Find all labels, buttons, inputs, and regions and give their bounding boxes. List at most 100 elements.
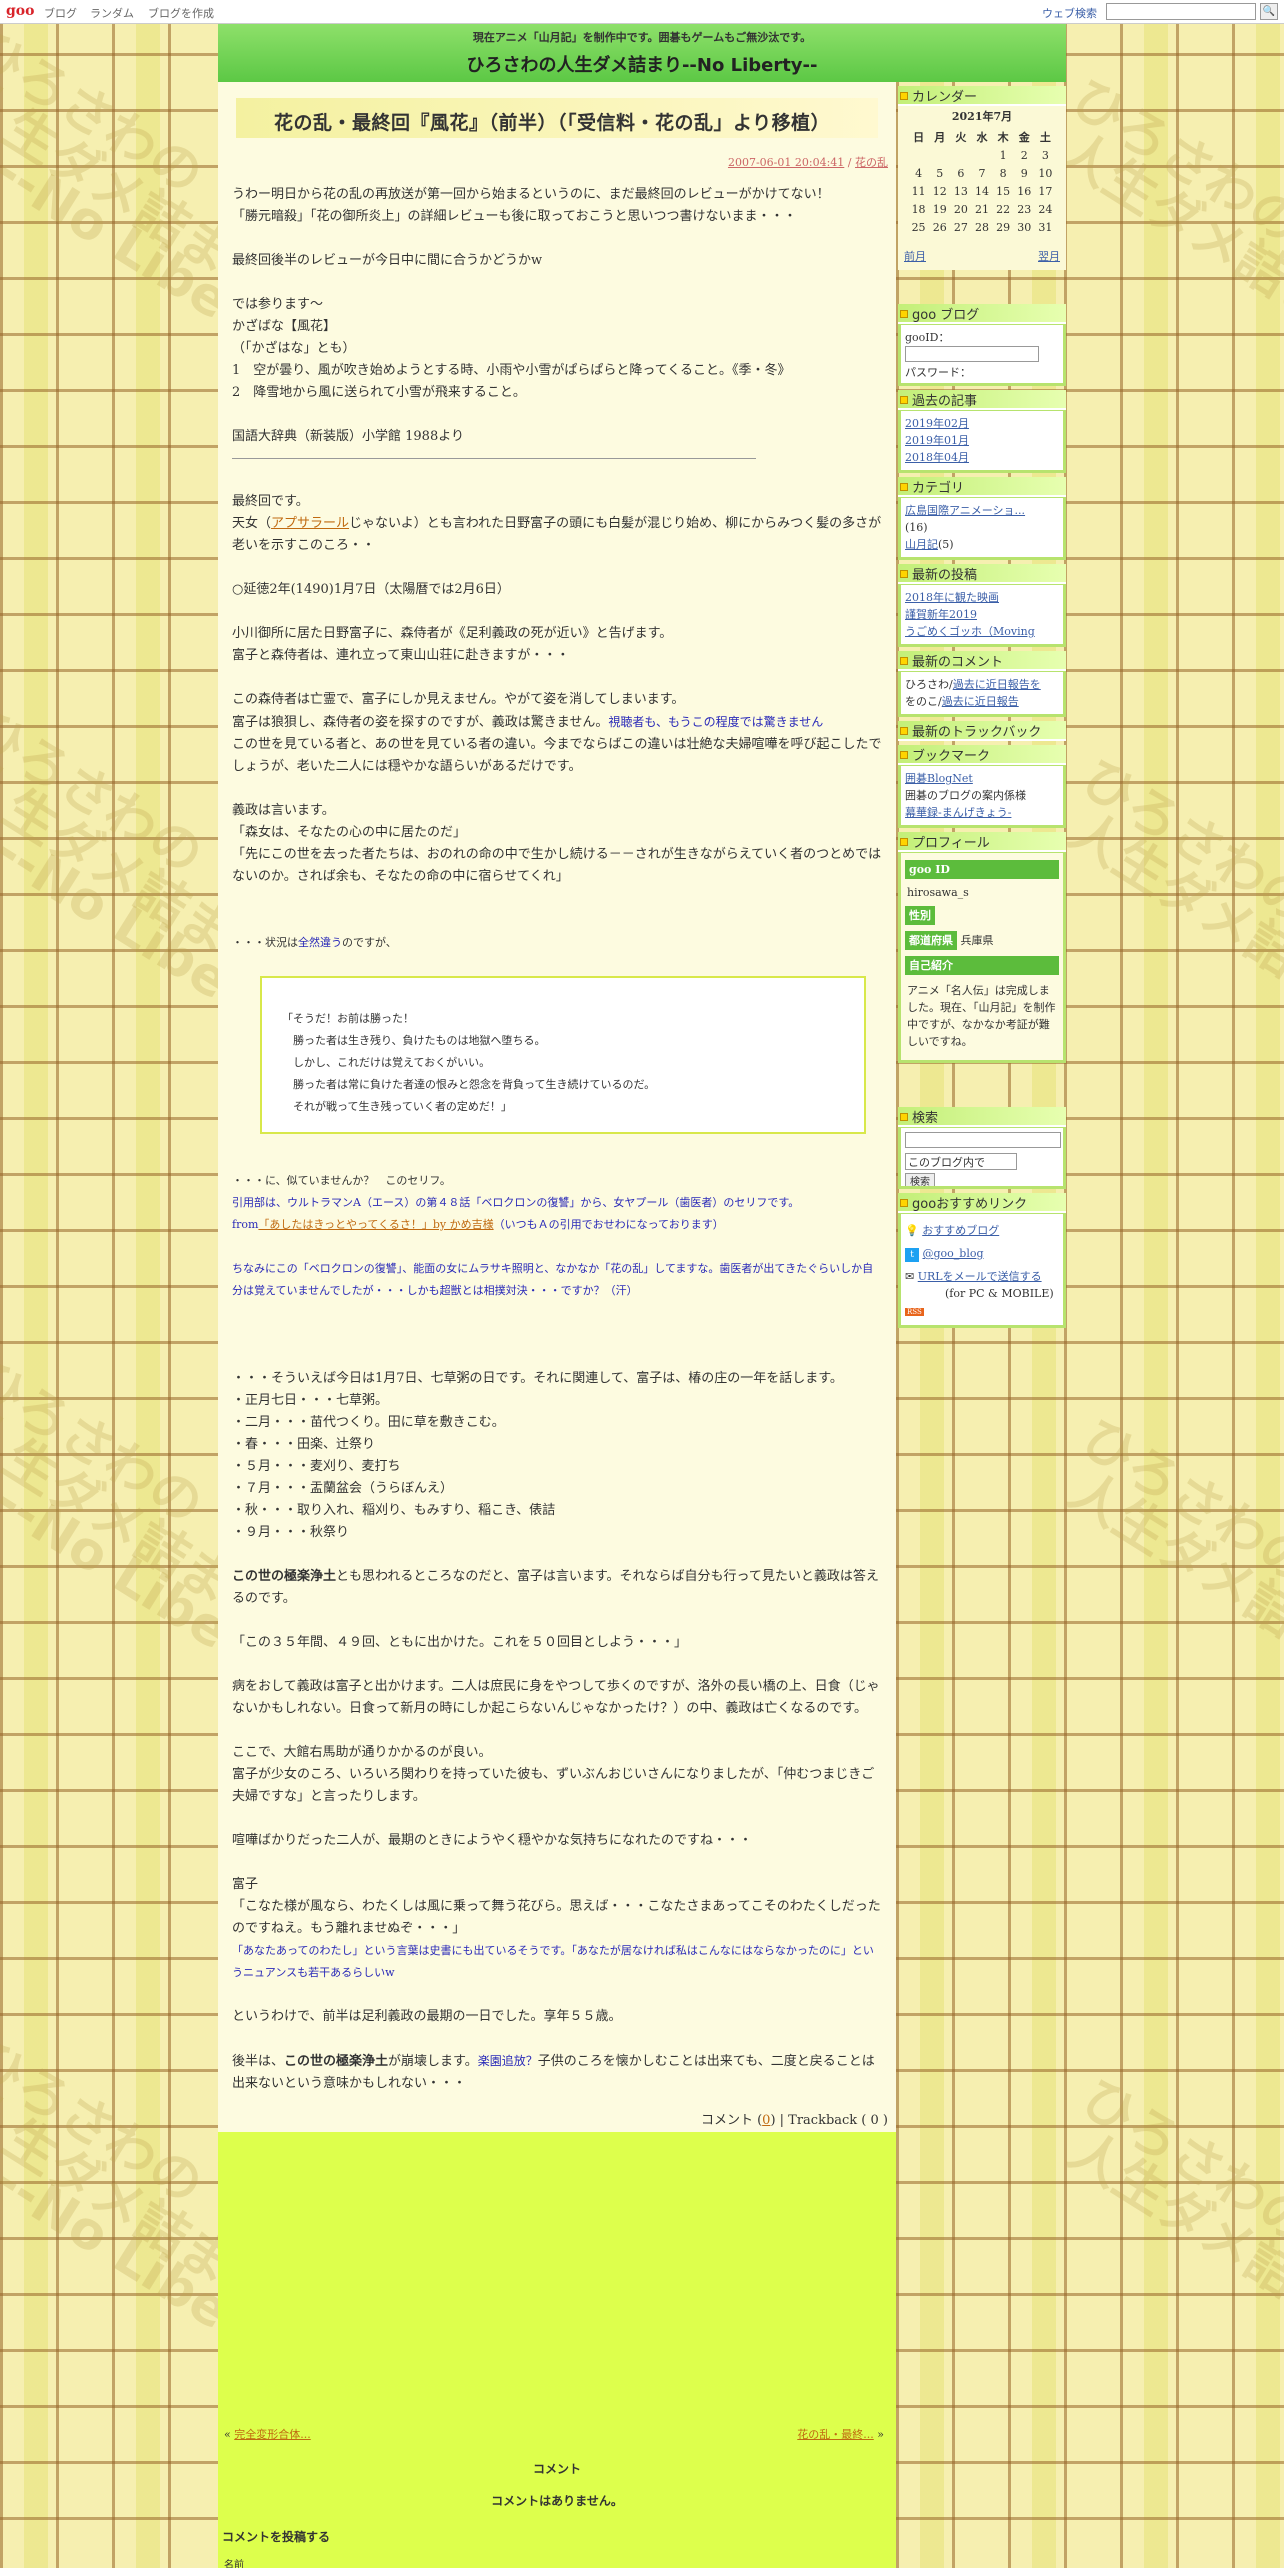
blog-header: 現在アニメ「山月記」を制作中です。囲碁もゲームもご無沙汰です。 ひろさわの人生ダ… (218, 24, 1066, 82)
recent-posts-list: 2018年に観た映画 謹賀新年2019 うごめくゴッホ（Moving (898, 584, 1066, 647)
paragraph: ・・・そういえば今日は1月7日、七草粥の日です。それに関連して、富子は、椿の庄の… (232, 1371, 843, 1386)
nav-link-create-blog[interactable]: ブログを作成 (148, 5, 214, 21)
blog-search-input[interactable] (905, 1132, 1061, 1148)
mobile-note: (for PC & MOBILE) (945, 1287, 1054, 1300)
kamekichi-link[interactable]: 「あしたはきっとやってくるさ！」by かめ吉様 (258, 1218, 493, 1231)
paragraph: 小川御所に居た日野富子に、森侍者が《足利義政の死が近い》と告げます。 (232, 626, 673, 641)
paragraph: 「この３５年間、４９回、ともに出かけた。これを５０回目としよう・・・」 (232, 1635, 688, 1650)
search-submit-button[interactable]: 検索 (905, 1172, 935, 1186)
recent-comments-heading: 最新のコメント (898, 651, 1066, 671)
paragraph: ○延徳2年(1490)1月7日（太陽暦では2月6日） (232, 582, 510, 597)
paragraph: 後半は、この世の極楽浄土が崩壊します。楽園追放？子供のころを懐かしむことは出来て… (232, 2054, 875, 2091)
paragraph: 「こなた様が風なら、わたくしは風に乗って舞う花びら。思えば・・・こなたさまあって… (232, 1899, 881, 1936)
nav-link-blog[interactable]: ブログ (44, 5, 77, 21)
nav-link-random[interactable]: ランダム (90, 5, 134, 21)
calendar-prev-month[interactable]: 前月 (904, 248, 926, 264)
paragraph: 最終回後半のレビューが今日中に間に合うかどうかw (232, 253, 543, 268)
quote-box: 「そうだ！お前は勝った！ 勝った者は生き残り、負けたものは地獄へ堕ちる。 しかし… (260, 976, 866, 1134)
gooid-label: gooID： (905, 331, 950, 344)
bookmarks-heading: ブックマーク (898, 745, 1066, 765)
profile-id: hirosawa_s (907, 886, 969, 899)
quote-line: しかし、これだけは覚えておくがいい。 (282, 1056, 491, 1069)
paragraph: この森侍者は亡霊で、富子にしか見えません。やがて姿を消してしまいます。 (232, 692, 685, 707)
apsaraar-link[interactable]: アプサラール (271, 516, 349, 531)
comments-heading: コメント (532, 2462, 581, 2476)
paragraph: ・・・に、似ていませんか？ このセリフ。 (232, 1174, 451, 1187)
bulb-icon: 💡 (905, 1224, 919, 1237)
list-item: ・秋・・・取り入れ、稲刈り、もみすり、稲こき、俵詰 (232, 1503, 556, 1518)
archives-list: 2019年02月 2019年01月 2018年04月 (898, 410, 1066, 473)
archive-link[interactable]: 2019年02月 (905, 417, 969, 430)
list-item: ・二月・・・苗代つくり。田に草を敷きこむ。 (232, 1415, 505, 1430)
login-box: gooID： パスワード： (898, 324, 1066, 386)
recent-post-link[interactable]: 2018年に観た映画 (905, 591, 999, 604)
divider (232, 458, 756, 459)
category-link[interactable]: 山月記 (905, 538, 938, 551)
paragraph: ちなみにこの「ベロクロンの復讐」、能面の女にムラサキ照明と、なかなか「花の乱」し… (232, 1262, 874, 1297)
web-search-input[interactable] (1106, 3, 1256, 20)
prev-post-link[interactable]: « 完全変形合体... (224, 2426, 311, 2442)
rss-icon[interactable]: RSS (905, 1308, 924, 1316)
paragraph: 天女（アプサラールじゃないよ）とも言われた日野富子の頭にも白髪が混じり始め、柳に… (232, 516, 882, 553)
twitter-link[interactable]: @goo_blog (923, 1247, 984, 1260)
paragraph: 病をおして義政は富子と出かけます。二人は庶民に身をやつして歩くのですが、洛外の長… (232, 1679, 880, 1716)
archive-link[interactable]: 2018年04月 (905, 451, 969, 464)
gooid-input[interactable] (905, 346, 1039, 362)
bookmark-link[interactable]: 幕華録-まんげきょう- (905, 806, 1011, 819)
paragraph: 喧嘩ばかりだった二人が、最期のときにようやく穏やかな気持ちになれたのですね・・・ (232, 1833, 753, 1848)
search-heading: 検索 (898, 1107, 1066, 1127)
post-date-link[interactable]: 2007-06-01 20:04:41 (728, 156, 844, 169)
quote-line: 「そうだ！お前は勝った！ (282, 1012, 414, 1025)
search-box: このブログ内で 検索 (898, 1127, 1066, 1189)
paragraph: 1 空が曇り、風が吹き始めようとする時、小雨や小雪がぱらぱらと降ってくること。《… (232, 363, 791, 378)
paragraph: 富子が少女のころ、いろいろ関わりを持っていた彼も、ずいぶんおじいさんになりました… (232, 1767, 875, 1804)
paragraph: この世の極楽浄土とも思われるところなのだと、富子は言います。それならば自分も行っ… (232, 1569, 879, 1606)
paragraph: 義政は言います。 (232, 803, 335, 818)
send-url-link[interactable]: URLをメールで送信する (918, 1270, 1042, 1283)
list-item: ・５月・・・麦刈り、麦打ち (232, 1459, 401, 1474)
paragraph: 富子と森侍者は、連れ立って東山山荘に赴きますが・・・ (232, 648, 570, 663)
recent-post-link[interactable]: うごめくゴッホ（Moving (905, 625, 1035, 638)
calendar-table: 日月火水木金土 123 4 5 6 7 8 9 10 11 12 13 14 15 16 17 18 19… (911, 131, 1053, 234)
profile-id-label: goo ID (905, 860, 1059, 879)
paragraph: 2 降雪地から風に送られて小雪が飛来すること。 (232, 385, 526, 400)
search-icon[interactable]: 🔍 (1260, 3, 1278, 20)
mail-icon: ✉ (905, 1270, 915, 1283)
next-post-link[interactable]: 花の乱・最終... » (797, 2426, 884, 2442)
bookmark-text: 囲碁のブログの案内係様 (905, 789, 1026, 802)
blog-title[interactable]: ひろさわの人生ダメ詰まり--No Liberty-- (218, 51, 1066, 77)
sidebar: カレンダー 2021年7月 日月火水木金土 123 4 5 6 7 8 9 10 11 12 1… (898, 82, 1066, 1402)
calendar-month: 2021年7月 (951, 110, 1013, 123)
recent-comment-link[interactable]: 過去に近日報告 (942, 695, 1019, 708)
list-item: ・正月七日・・・七草粥。 (232, 1393, 389, 1408)
quote-line: 勝った者は生き残り、負けたものは地獄へ堕ちる。 (282, 1034, 546, 1047)
main-content: 花の乱・最終回『風花』（前半）（「受信料・花の乱」より移植） 2007-06-0… (218, 82, 896, 2132)
post-title: 花の乱・最終回『風花』（前半）（「受信料・花の乱」より移植） (236, 98, 878, 138)
profile-intro: アニメ「名人伝」は完成しました。現在、「山月記」を制作中ですが、なかなか考証が難… (907, 984, 1056, 1048)
paragraph: 富子 (232, 1877, 259, 1892)
comment-trackback-line: コメント (0) | Trackback ( 0 ) (700, 2113, 888, 2128)
profile-pref-label: 都道府県 (905, 931, 957, 950)
paragraph: 国語大辞典（新装版）小学館 1988より (232, 429, 464, 444)
archives-heading: 過去の記事 (898, 390, 1066, 410)
web-search-label: ウェブ検索 (1042, 7, 1097, 20)
post-category-link[interactable]: 花の乱 (855, 156, 888, 169)
list-item: ・７月・・・盂蘭盆会（うらぼんえ） (232, 1481, 454, 1496)
paragraph: from「あしたはきっとやってくるさ！」by かめ吉様（いつもＡの引用でおせわに… (232, 1218, 724, 1231)
paragraph: 最終回です。 (232, 494, 309, 509)
recommend-blog-link[interactable]: おすすめブログ (922, 1224, 999, 1237)
recent-post-link[interactable]: 謹賀新年2019 (905, 608, 977, 621)
bookmark-link[interactable]: 囲碁BlogNet (905, 772, 973, 785)
category-link[interactable]: 広島国際アニメーショ... (905, 504, 1025, 517)
goo-blog-heading: goo ブログ (898, 304, 1066, 324)
category-count: (16) (905, 521, 928, 534)
post-meta: 2007-06-01 20:04:41 / 花の乱 (727, 156, 888, 169)
goo-logo[interactable]: goo (6, 3, 34, 19)
profile-box: goo ID hirosawa_s 性別 都道府県 兵庫県 自己紹介 アニメ「名… (898, 852, 1066, 1063)
calendar-next-month[interactable]: 翌月 (1038, 248, 1060, 264)
search-scope-select[interactable]: このブログ内で (905, 1152, 1017, 1170)
profile-intro-label: 自己紹介 (905, 956, 1059, 975)
recent-comment-link[interactable]: 過去に近日報告を (953, 678, 1041, 691)
profile-pref: 兵庫県 (960, 934, 994, 947)
archive-link[interactable]: 2019年01月 (905, 434, 969, 447)
